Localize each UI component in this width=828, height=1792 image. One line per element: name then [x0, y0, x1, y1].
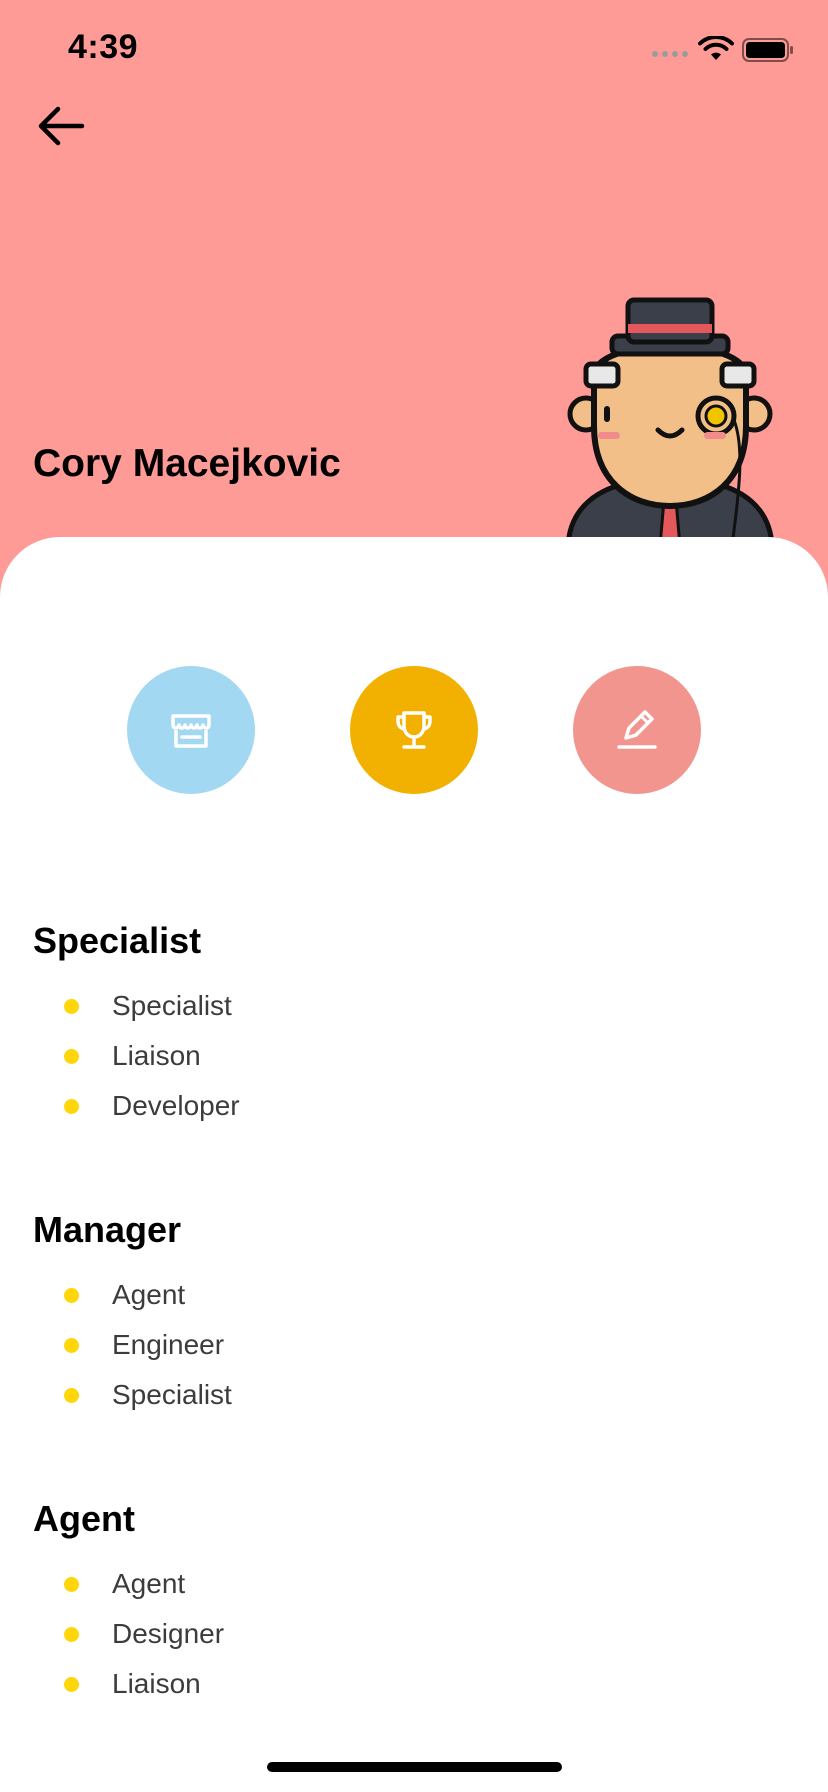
list-item: Engineer: [33, 1320, 232, 1370]
bullet-dot: [64, 1577, 79, 1592]
trophy-button[interactable]: [350, 666, 478, 794]
list-item-label: Liaison: [112, 1040, 201, 1071]
status-bar: 4:39: [0, 0, 828, 100]
cellular-signal-icon: [652, 51, 688, 57]
list-item-label: Engineer: [112, 1329, 225, 1360]
bullet-dot: [64, 1677, 79, 1692]
wifi-icon: [698, 36, 734, 60]
list-item: Specialist: [33, 1370, 232, 1420]
battery-icon: [742, 38, 793, 62]
status-time: 4:39: [68, 28, 139, 66]
bullet-dot: [64, 1388, 79, 1403]
list-item: Liaison: [33, 1031, 240, 1081]
list-item-label: Developer: [112, 1090, 240, 1121]
section-title: Specialist: [33, 920, 202, 961]
pencil-icon: [617, 710, 657, 749]
bullet-dot: [64, 1288, 79, 1303]
list-item-label: Specialist: [112, 990, 232, 1021]
role-list: Agent Engineer Specialist: [33, 1270, 232, 1420]
list-item: Agent: [33, 1559, 224, 1609]
store-button[interactable]: [127, 666, 255, 794]
back-button[interactable]: [34, 100, 90, 152]
section-manager: Manager Agent Engineer Specialist: [33, 1210, 232, 1420]
store-icon: [171, 714, 211, 748]
arrow-left-icon: [38, 106, 85, 146]
bullet-dot: [64, 1627, 79, 1642]
section-title: Manager: [33, 1209, 182, 1250]
list-item-label: Liaison: [112, 1668, 201, 1699]
list-item-label: Specialist: [112, 1379, 232, 1410]
bullet-dot: [64, 1099, 79, 1114]
list-item: Specialist: [33, 981, 240, 1031]
home-indicator[interactable]: [267, 1762, 562, 1772]
profile-name: Cory Macejkovic: [33, 442, 341, 485]
profile-header: 4:39 Cory Macejkovic: [0, 0, 828, 600]
bullet-dot: [64, 1338, 79, 1353]
section-specialist: Specialist Specialist Liaison Developer: [33, 921, 240, 1131]
bullet-dot: [64, 999, 79, 1014]
list-item-label: Designer: [112, 1618, 225, 1649]
edit-button[interactable]: [573, 666, 701, 794]
section-title: Agent: [33, 1498, 135, 1539]
trophy-icon: [396, 711, 432, 749]
list-item-label: Agent: [112, 1279, 186, 1310]
list-item: Developer: [33, 1081, 240, 1131]
role-list: Agent Designer Liaison: [33, 1559, 224, 1709]
list-item-label: Agent: [112, 1568, 186, 1599]
avatar: [565, 297, 775, 546]
role-list: Specialist Liaison Developer: [33, 981, 240, 1131]
bullet-dot: [64, 1049, 79, 1064]
list-item: Agent: [33, 1270, 232, 1320]
list-item: Liaison: [33, 1659, 224, 1709]
list-item: Designer: [33, 1609, 224, 1659]
section-agent: Agent Agent Designer Liaison: [33, 1499, 224, 1709]
